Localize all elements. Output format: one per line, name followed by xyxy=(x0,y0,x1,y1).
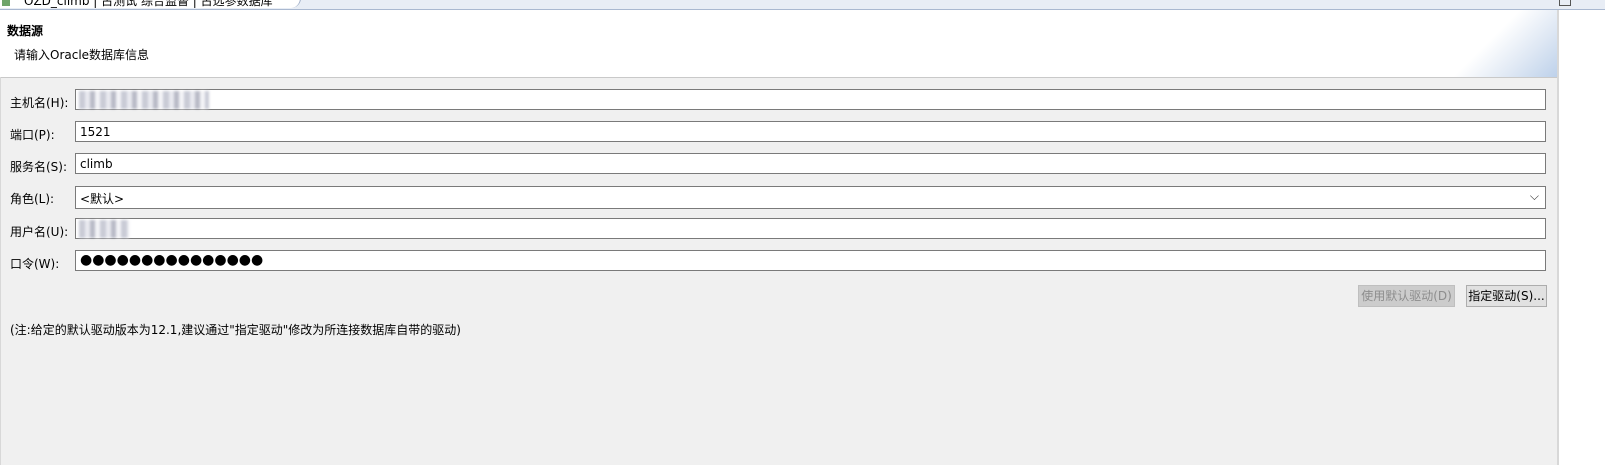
redacted-username xyxy=(79,220,129,238)
database-connection-icon xyxy=(2,0,10,6)
page-description: 请输入Oracle数据库信息 xyxy=(14,48,150,62)
use-default-driver-button[interactable]: 使用默认驱动(D) xyxy=(1358,285,1455,307)
redacted-host xyxy=(79,91,209,109)
port-input[interactable]: 1521 xyxy=(75,121,1546,142)
editor-tab[interactable]: OZD_climb | 古测试 综合监督 | 古选参数据库 ✕ xyxy=(0,0,301,8)
editor-tab-bar: OZD_climb | 古测试 综合监督 | 古选参数据库 ✕ xyxy=(0,0,1605,10)
wizard-header: 数据源 请输入Oracle数据库信息 xyxy=(0,10,1559,78)
left-border xyxy=(0,77,1,465)
port-label: 端口(P): xyxy=(10,128,55,142)
username-label: 用户名(U): xyxy=(10,225,69,239)
service-label: 服务名(S): xyxy=(10,160,68,174)
service-name-input[interactable]: climb xyxy=(75,153,1546,174)
chevron-down-icon[interactable]: ⌵ xyxy=(1530,189,1539,204)
editor-tab-label: OZD_climb | 古测试 综合监督 | 古选参数据库 xyxy=(24,0,273,8)
password-input[interactable]: ●●●●●●●●●●●●●●● xyxy=(75,250,1546,271)
restore-icon[interactable] xyxy=(1559,0,1571,6)
specify-driver-button[interactable]: 指定驱动(S)... xyxy=(1466,285,1547,307)
host-label: 主机名(H): xyxy=(10,96,69,110)
right-panel-strip xyxy=(1559,10,1605,465)
username-input[interactable] xyxy=(75,218,1546,239)
driver-note: (注:给定的默认驱动版本为12.1,建议通过"指定驱动"修改为所连接数据库自带的… xyxy=(10,323,461,337)
wizard-banner-graphic xyxy=(1449,10,1559,77)
host-input[interactable] xyxy=(75,89,1546,110)
role-label: 角色(L): xyxy=(10,192,55,206)
password-label: 口令(W): xyxy=(10,257,60,271)
page-title: 数据源 xyxy=(7,24,44,38)
role-select[interactable]: <默认> ⌵ xyxy=(75,186,1546,209)
close-icon[interactable]: ✕ xyxy=(278,0,286,3)
